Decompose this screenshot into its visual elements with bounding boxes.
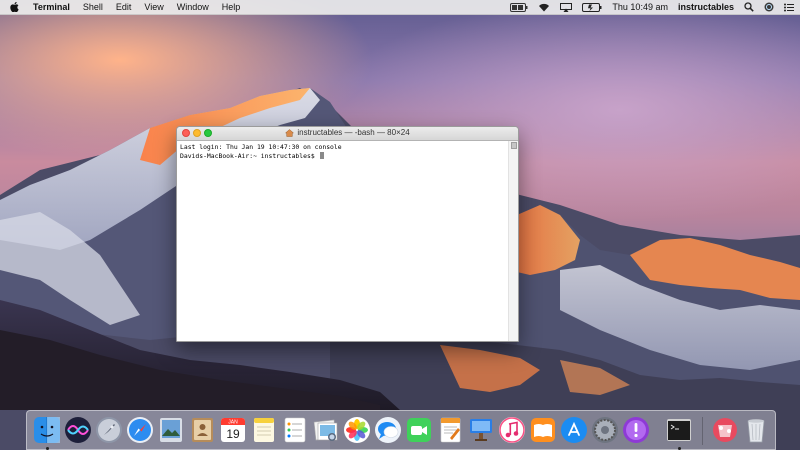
menu-window[interactable]: Window	[177, 2, 209, 12]
itunes-music-note-icon	[499, 417, 525, 443]
airplay-icon[interactable]	[560, 2, 573, 12]
scrollbar-thumb[interactable]	[511, 142, 517, 149]
battery-menu-icon[interactable]	[510, 2, 528, 12]
calendar-day: 19	[226, 427, 240, 441]
trash-icon	[747, 419, 765, 443]
window-title-text: instructables — -bash — 80×24	[297, 128, 410, 137]
dock-itunes[interactable]	[498, 416, 526, 444]
spotlight-search-icon[interactable]	[744, 2, 754, 12]
wifi-icon[interactable]	[538, 3, 550, 12]
terminal-window[interactable]: instructables — -bash — 80×24 Last login…	[176, 126, 519, 342]
launchpad-rocket-icon	[96, 417, 122, 443]
dock-safari[interactable]	[126, 416, 154, 444]
notes-icon	[254, 418, 274, 442]
dock-preview[interactable]	[312, 416, 340, 444]
safari-compass-icon	[127, 417, 153, 443]
dock-trash[interactable]	[742, 416, 770, 444]
dock-reminders[interactable]	[281, 416, 309, 444]
dock-photos[interactable]	[343, 416, 371, 444]
dock-feedback[interactable]	[622, 416, 650, 444]
battery-icon[interactable]	[582, 2, 602, 12]
home-folder-icon	[285, 128, 295, 137]
text-cursor	[319, 152, 324, 159]
menu-view[interactable]: View	[144, 2, 163, 12]
image-capture-icon	[160, 418, 182, 442]
siri-menu-icon[interactable]	[764, 2, 774, 12]
window-titlebar[interactable]: instructables — -bash — 80×24	[177, 127, 518, 141]
terminal-prompt: Davids-MacBook-Air:~ instructables$	[180, 152, 319, 160]
contacts-book-icon	[192, 418, 213, 442]
dock-notes[interactable]	[250, 416, 278, 444]
downloads-stack-icon	[713, 418, 737, 442]
dock-app-store[interactable]	[560, 416, 588, 444]
dock: JAN 19	[26, 410, 776, 450]
finder-icon	[34, 417, 60, 443]
terminal-output[interactable]: Last login: Thu Jan 19 10:47:30 on conso…	[177, 141, 509, 341]
photos-flower-icon	[344, 417, 370, 443]
dock-launchpad[interactable]	[95, 416, 123, 444]
dock-system-preferences[interactable]	[591, 416, 619, 444]
menu-help[interactable]: Help	[222, 2, 241, 12]
terminal-prompt-line: Davids-MacBook-Air:~ instructables$	[180, 152, 506, 161]
terminal-line-login: Last login: Thu Jan 19 10:47:30 on conso…	[180, 143, 342, 151]
dock-photo-app[interactable]	[157, 416, 185, 444]
notification-center-icon[interactable]	[784, 3, 794, 12]
window-title: instructables — -bash — 80×24	[177, 128, 518, 137]
dock-pages[interactable]	[436, 416, 464, 444]
reminders-list-icon	[284, 417, 306, 443]
pages-document-icon	[440, 417, 461, 443]
dock-messages[interactable]	[374, 416, 402, 444]
messages-bubble-icon	[375, 417, 401, 443]
dock-calendar[interactable]: JAN 19	[219, 416, 247, 444]
calendar-month: JAN	[228, 419, 238, 425]
dock-downloads-stack[interactable]	[711, 416, 739, 444]
menubar-clock[interactable]: Thu 10:49 am	[612, 2, 668, 12]
keynote-podium-icon	[470, 419, 492, 441]
dock-finder[interactable]	[33, 416, 61, 450]
feedback-exclamation-icon	[623, 417, 649, 443]
preview-photos-icon	[313, 419, 338, 441]
dock-separator	[702, 417, 703, 445]
calendar-icon: JAN 19	[221, 418, 245, 442]
dock-ibooks[interactable]	[529, 416, 557, 444]
app-store-icon	[561, 417, 587, 443]
menu-edit[interactable]: Edit	[116, 2, 132, 12]
menu-app-terminal[interactable]: Terminal	[33, 2, 70, 12]
ibooks-book-icon	[531, 418, 555, 442]
terminal-app-icon	[667, 419, 691, 441]
terminal-scrollbar[interactable]	[508, 141, 518, 341]
dock-contacts[interactable]	[188, 416, 216, 444]
menu-bar: Terminal Shell Edit View Window Help Thu…	[0, 0, 800, 15]
menu-shell[interactable]: Shell	[83, 2, 103, 12]
dock-facetime[interactable]	[405, 416, 433, 444]
dock-siri[interactable]	[64, 416, 92, 444]
siri-icon	[65, 417, 91, 443]
apple-menu-icon[interactable]	[10, 2, 19, 12]
menubar-user[interactable]: instructables	[678, 2, 734, 12]
dock-keynote[interactable]	[467, 416, 495, 444]
system-preferences-gear-icon	[592, 417, 618, 443]
dock-terminal[interactable]	[665, 416, 693, 450]
facetime-camera-icon	[407, 418, 431, 442]
